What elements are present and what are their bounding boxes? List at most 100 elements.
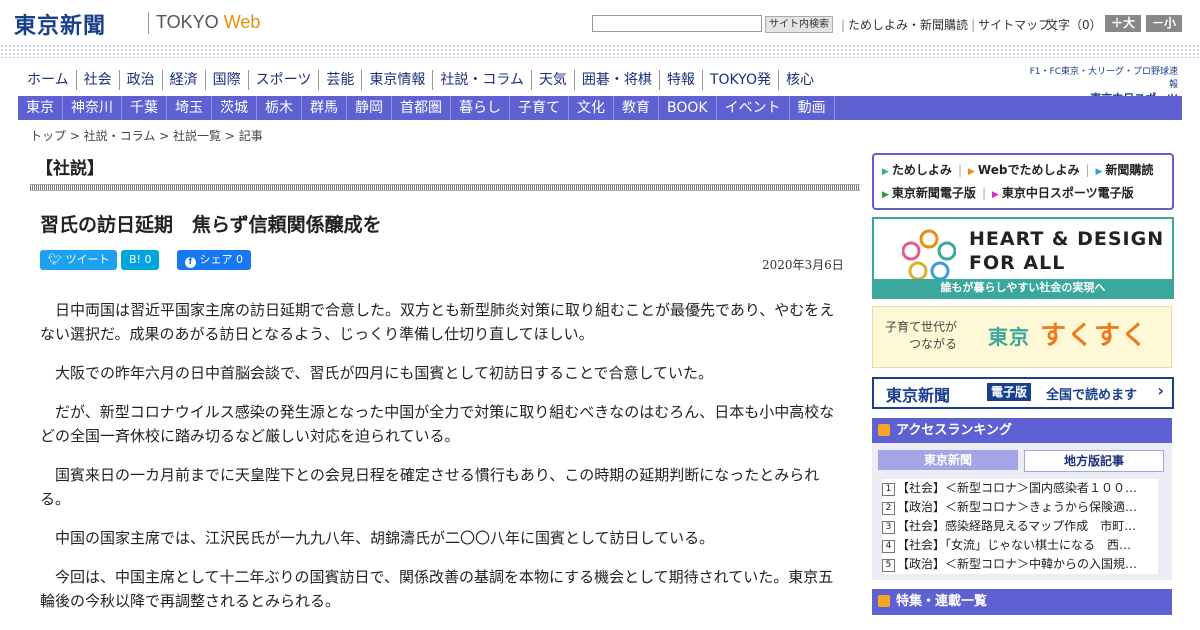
link-subscribe-label: 新聞購読 [1105,163,1154,177]
nav-entertainment[interactable]: 芸能 [319,70,363,90]
link-tokyo-digital-label: 東京新聞電子版 [891,186,976,200]
subscription-links-box: ▶ ためしよみ | ▶ Webでためしよみ | ▶ 新聞購読 ▶ 東京新聞電子版 | ▶ 東京中日スポ… [872,153,1174,210]
chunichi-sports-banner[interactable]: F1・FC東京・大リーグ・プロ野球速報 東京中日スポーツ [1028,64,1178,105]
subnav-saitama[interactable]: 埼玉 [167,96,212,120]
article-body: 日中両国は習近平国家主席の訪日延期で合意した。双方とも新型肺炎対策に取り組むこと… [40,298,848,628]
breadcrumb[interactable]: トップ > 社説・コラム > 社説一覧 > 記事 [30,127,263,144]
nav-home[interactable]: ホーム [20,70,77,90]
twitter-bird-icon: 🐦︎ [48,253,62,266]
link-trial-read[interactable]: ▶ ためしよみ [882,163,952,177]
link-web-trial-label: Webでためしよみ [977,163,1080,177]
ranking-item[interactable]: 4 【社会】「女流」じゃない棋士になる 西… [882,536,1158,555]
section-divider [30,184,860,191]
flower-logo-icon [902,229,956,281]
rank-number: 2 [882,502,895,515]
epaper-logo: 東京新聞 [886,386,951,405]
link-subscribe[interactable]: ▶ 新聞購読 [1096,163,1154,177]
tokyo-sukusuku-banner[interactable]: 子育て世代が つながる 東京 すくすく [872,306,1172,368]
article-paragraph: 今回は、中国主席として十二年ぶりの国賓訪日で、関係改善の基調を本物にする機会とし… [40,568,834,610]
nav-weather[interactable]: 天気 [532,70,575,90]
ranking-item[interactable]: 5 【政治】＜新型コロナ＞中韓からの入国規… [882,555,1158,574]
subnav-kosodate[interactable]: 子育て [510,96,569,120]
article-date: 2020年3月6日 [762,258,844,272]
nav-go-shogi[interactable]: 囲碁・将棋 [575,70,660,90]
subnav-shutoken[interactable]: 首都圏 [392,96,451,120]
ranking-tab-tokyo[interactable]: 東京新聞 [878,450,1018,470]
sukusuku-logo-tokyo: 東京 [988,325,1030,349]
subnav-tokyo[interactable]: 東京 [18,96,63,120]
regional-nav: 東京 神奈川 千葉 埼玉 茨城 栃木 群馬 静岡 首都圏 暮らし 子育て 文化 教育 BOOK イベント 動画 [18,96,1182,120]
sukusuku-tagline-line1: 子育て世代が [885,320,958,334]
ranking-item-title: 【社会】「女流」じゃない棋士になる 西… [897,538,1132,552]
search-button[interactable]: サイト内検索 [765,16,833,33]
ranking-item[interactable]: 1 【社会】＜新型コロナ＞国内感染者１００… [882,479,1158,498]
subnav-book[interactable]: BOOK [659,96,717,120]
section-label: 【社説】 [36,159,104,179]
heart-design-title: HEART & DESIGN FOR ALL [969,227,1164,275]
nav-tokyo-hatsu[interactable]: TOKYO発 [703,70,779,90]
hatena-bookmark-button[interactable]: B! 0 [121,250,160,270]
ranking-list: 1 【社会】＜新型コロナ＞国内感染者１００… 2 【政治】＜新型コロナ＞きょうから保… [882,479,1158,574]
subscription-links-row: ▶ 東京新聞電子版 | ▶ 東京中日スポーツ電子版 [882,184,1134,201]
link-tokyo-digital[interactable]: ▶ 東京新聞電子版 [882,186,976,200]
subnav-education[interactable]: 教育 [614,96,659,120]
article-paragraph: 日中両国は習近平国家主席の訪日延期で合意した。双方とも新型肺炎対策に取り組むこと… [40,301,835,343]
util-link-trial-subscribe[interactable]: ためしよみ・新聞購読 [848,18,968,32]
article-paragraph: 大阪での昨年六月の日中首脳会談で、習氏が四月にも国賓として初訪日することで合意し… [55,364,714,382]
ranking-item-title: 【社会】＜新型コロナ＞国内感染者１００… [897,481,1138,495]
nav-sports[interactable]: スポーツ [249,70,320,90]
subnav-video[interactable]: 動画 [790,96,835,120]
epaper-banner[interactable]: 東京新聞 電子版 全国で読めます › [872,377,1174,409]
util-separator: | [971,18,976,32]
nav-tokyo-info[interactable]: 東京情報 [362,70,434,90]
subnav-culture[interactable]: 文化 [569,96,614,120]
link-trial-read-label: ためしよみ [891,163,952,177]
link-web-trial[interactable]: ▶ Webでためしよみ [968,163,1079,177]
nav-society[interactable]: 社会 [77,70,120,90]
nav-tokuho[interactable]: 特報 [660,70,703,90]
nav-economy[interactable]: 経済 [163,70,206,90]
logo-divider [148,12,149,34]
subnav-chiba[interactable]: 千葉 [122,96,167,120]
subnav-kurashi[interactable]: 暮らし [451,96,510,120]
subscription-links-row: ▶ ためしよみ | ▶ Webでためしよみ | ▶ 新聞購読 [882,161,1153,178]
square-bullet-icon [878,424,890,436]
header-dot-divider [0,44,1200,58]
site-logo[interactable]: 東京新聞 [14,8,106,40]
subnav-ibaraki[interactable]: 茨城 [212,96,257,120]
logo-sub-web: Web [223,12,261,32]
subnav-tochigi[interactable]: 栃木 [257,96,302,120]
subnav-gunma[interactable]: 群馬 [302,96,347,120]
nav-editorial-column[interactable]: 社説・コラム [433,70,532,90]
nav-kakushin[interactable]: 核心 [779,70,821,90]
nav-politics[interactable]: 政治 [120,70,163,90]
ranking-item[interactable]: 3 【社会】感染経路見えるマップ作成 市町… [882,517,1158,536]
arrow-right-icon: ▶ [967,167,975,177]
link-chunichi-sports-digital[interactable]: ▶ 東京中日スポーツ電子版 [992,186,1134,200]
chunichi-tagline: F1・FC東京・大リーグ・プロ野球速報 [1029,67,1178,90]
font-size-decrease-button[interactable]: －小 [1146,15,1182,32]
subnav-event[interactable]: イベント [717,96,790,120]
site-logo-sub[interactable]: TOKYO Web [156,12,260,33]
main-nav: ホーム 社会 政治 経済 国際 スポーツ 芸能 東京情報 社説・コラム 天気 囲碁・将棋 特報 TOKY… [20,70,821,92]
heart-design-banner[interactable]: HEART & DESIGN FOR ALL 誰もが暮らしやすい社会の実現へ [872,217,1174,299]
util-link-sitemap[interactable]: サイトマップ [978,18,1050,32]
search-input[interactable] [592,15,762,32]
arrow-right-icon: ▶ [882,167,889,177]
nav-international[interactable]: 国際 [206,70,249,90]
subnav-kanagawa[interactable]: 神奈川 [63,96,122,120]
chevron-right-icon: › [1157,381,1164,400]
ranking-item[interactable]: 2 【政治】＜新型コロナ＞きょうから保険適… [882,498,1158,517]
access-ranking-title: アクセスランキング [896,423,1012,438]
facebook-share-button[interactable]: f シェア 0 [177,250,251,270]
article-paragraph: だが、新型コロナウイルス感染の発生源となった中国が全力で対策に取り組むべきなのは… [40,403,835,445]
font-size-increase-button[interactable]: ＋大 [1105,15,1141,32]
subnav-shizuoka[interactable]: 静岡 [347,96,392,120]
ranking-tab-local[interactable]: 地方版記事 [1024,450,1164,472]
heart-design-title-line2: FOR ALL [969,252,1066,274]
heart-design-title-line1: HEART & DESIGN [969,228,1165,250]
tweet-button[interactable]: 🐦︎ ツイート [40,250,118,270]
link-chunichi-sports-digital-label: 東京中日スポーツ電子版 [1001,186,1134,200]
logo-sub-tokyo: TOKYO [156,12,224,32]
article-paragraph: 中国の国家主席では、江沢民氏が一九九八年、胡錦濤氏が二〇〇八年に国賓として訪日し… [55,529,715,547]
